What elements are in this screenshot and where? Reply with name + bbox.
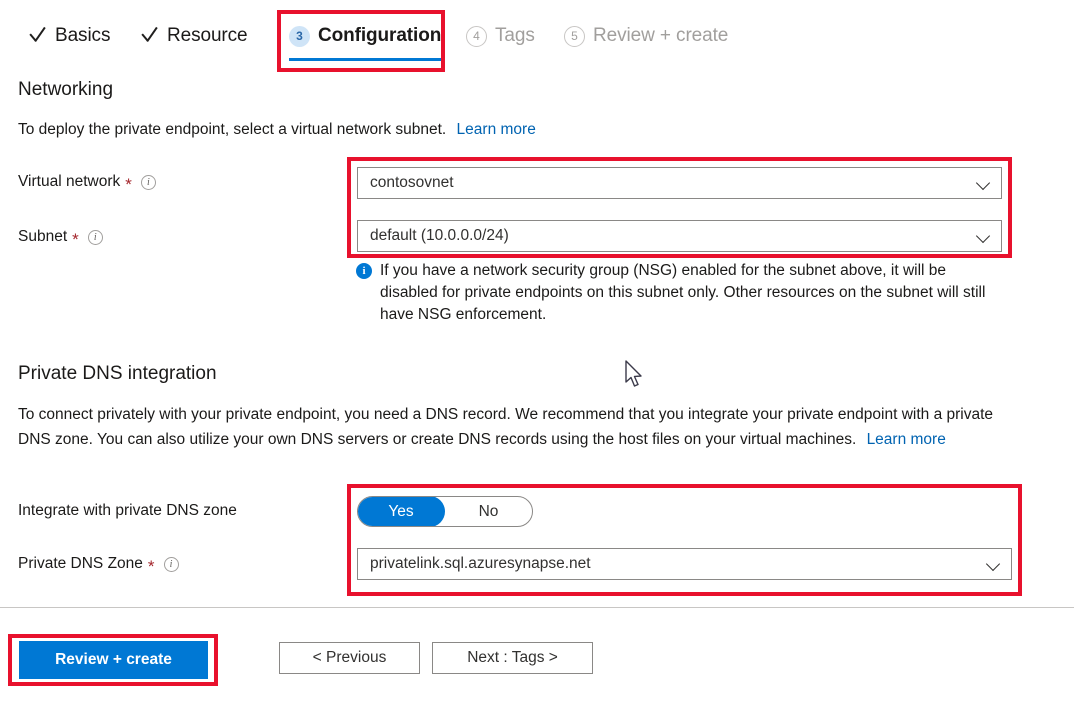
virtual-network-value: contosovnet bbox=[370, 174, 454, 191]
virtual-network-label: Virtual network bbox=[18, 173, 121, 190]
networking-learn-more-link[interactable]: Learn more bbox=[457, 121, 536, 138]
tab-review-create-label: Review + create bbox=[593, 25, 729, 46]
check-icon bbox=[28, 26, 48, 46]
integrate-dns-label-row: Integrate with private DNS zone bbox=[18, 502, 237, 520]
private-dns-description-text: To connect privately with your private e… bbox=[18, 406, 994, 448]
tab-configuration-label: Configuration bbox=[318, 25, 442, 46]
subnet-dropdown[interactable]: default (10.0.0.0/24) bbox=[357, 220, 1002, 252]
nsg-info-text: If you have a network security group (NS… bbox=[380, 262, 986, 323]
chevron-down-icon bbox=[987, 557, 1001, 571]
info-icon[interactable]: i bbox=[87, 229, 103, 245]
step-number-badge-5: 5 bbox=[564, 25, 585, 47]
info-icon[interactable]: i bbox=[140, 174, 156, 190]
subnet-label-row: Subnet * i bbox=[18, 228, 103, 249]
virtual-network-dropdown[interactable]: contosovnet bbox=[357, 167, 1002, 199]
required-asterisk: * bbox=[72, 229, 79, 249]
networking-description: To deploy the private endpoint, select a… bbox=[18, 119, 718, 140]
private-dns-learn-more-link[interactable]: Learn more bbox=[867, 431, 946, 448]
toggle-option-yes[interactable]: Yes bbox=[358, 497, 445, 526]
required-asterisk: * bbox=[125, 174, 132, 194]
private-dns-description: To connect privately with your private e… bbox=[18, 402, 1006, 452]
active-tab-underline bbox=[289, 58, 441, 61]
private-dns-zone-label-row: Private DNS Zone * i bbox=[18, 555, 179, 576]
review-create-button[interactable]: Review + create bbox=[19, 641, 208, 679]
tab-tags-label: Tags bbox=[495, 25, 535, 46]
wizard-step-tabs: Basics Resource 3 Configuration 4 Tags 5… bbox=[0, 0, 1074, 66]
tab-configuration[interactable]: 3 Configuration bbox=[289, 20, 441, 52]
toggle-option-no[interactable]: No bbox=[445, 497, 532, 526]
previous-button[interactable]: < Previous bbox=[279, 642, 420, 674]
mouse-cursor bbox=[625, 360, 642, 387]
virtual-network-label-row: Virtual network * i bbox=[18, 173, 156, 194]
info-circle-icon: i bbox=[356, 263, 372, 279]
tab-resource[interactable]: Resource bbox=[140, 20, 248, 52]
tab-resource-label: Resource bbox=[167, 25, 248, 46]
tab-review-create[interactable]: 5 Review + create bbox=[564, 20, 728, 52]
required-asterisk: * bbox=[147, 556, 155, 576]
check-icon bbox=[140, 26, 160, 46]
step-number-badge-4: 4 bbox=[466, 25, 487, 47]
tab-basics[interactable]: Basics bbox=[28, 20, 110, 52]
networking-description-text: To deploy the private endpoint, select a… bbox=[18, 121, 447, 138]
tab-tags[interactable]: 4 Tags bbox=[466, 20, 535, 52]
chevron-down-icon bbox=[977, 176, 991, 190]
integrate-dns-label: Integrate with private DNS zone bbox=[18, 502, 237, 519]
footer-divider bbox=[0, 607, 1074, 608]
chevron-down-icon bbox=[977, 229, 991, 243]
private-dns-zone-value: privatelink.sql.azuresynapse.net bbox=[370, 555, 591, 572]
nsg-info-message: i If you have a network security group (… bbox=[356, 260, 1006, 326]
private-dns-zone-label: Private DNS Zone bbox=[18, 555, 143, 572]
networking-heading: Networking bbox=[18, 79, 114, 100]
tab-basics-label: Basics bbox=[55, 25, 111, 46]
subnet-label: Subnet bbox=[18, 228, 68, 245]
next-tags-button[interactable]: Next : Tags > bbox=[432, 642, 593, 674]
integrate-private-dns-toggle[interactable]: Yes No bbox=[357, 496, 533, 527]
private-dns-zone-dropdown[interactable]: privatelink.sql.azuresynapse.net bbox=[357, 548, 1012, 580]
step-number-badge-3: 3 bbox=[289, 25, 310, 47]
private-dns-heading: Private DNS integration bbox=[18, 363, 217, 384]
info-icon[interactable]: i bbox=[163, 556, 179, 572]
subnet-value: default (10.0.0.0/24) bbox=[370, 227, 509, 244]
